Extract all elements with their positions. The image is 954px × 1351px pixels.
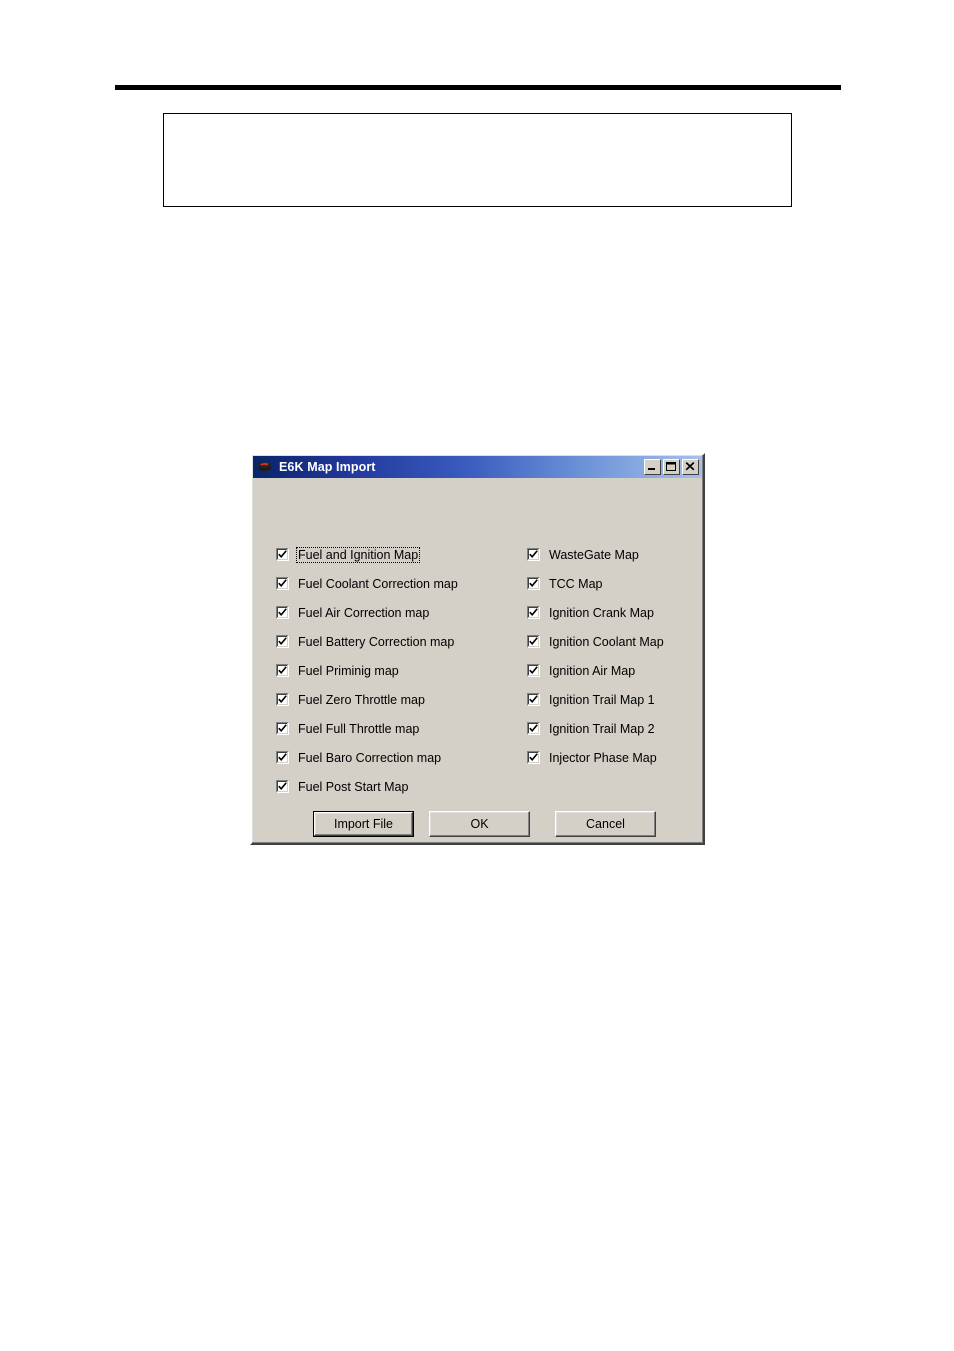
dialog-button-row: Import File OK Cancel [252, 811, 703, 837]
checkbox-label: Fuel Post Start Map [298, 779, 409, 794]
window-controls [644, 459, 700, 475]
checkbox-checked-icon[interactable] [527, 664, 540, 677]
checkbox-checked-icon[interactable] [527, 693, 540, 706]
ok-button[interactable]: OK [429, 811, 530, 837]
checkbox-row[interactable]: Ignition Trail Map 2 [527, 714, 666, 743]
checkbox-row[interactable]: Fuel Priminig map [276, 656, 460, 685]
e6k-map-import-dialog: E6K Map Import Fuel and Ignition Map Fue… [250, 453, 705, 845]
dialog-titlebar[interactable]: E6K Map Import [253, 456, 702, 478]
checkbox-row[interactable]: Fuel Zero Throttle map [276, 685, 460, 714]
checkbox-row[interactable]: Ignition Trail Map 1 [527, 685, 666, 714]
checkbox-row[interactable]: Fuel and Ignition Map [276, 540, 460, 569]
checkbox-label: Fuel Baro Correction map [298, 750, 442, 765]
ecu-module-icon [256, 459, 274, 475]
minimize-icon[interactable] [644, 459, 661, 475]
checkbox-label: Ignition Crank Map [549, 605, 654, 620]
checkbox-checked-icon[interactable] [527, 635, 540, 648]
page-empty-content-box [163, 113, 792, 207]
checkbox-row[interactable]: Ignition Crank Map [527, 598, 666, 627]
checkbox-label: Ignition Air Map [549, 663, 636, 678]
checkbox-row[interactable]: Fuel Full Throttle map [276, 714, 460, 743]
checkbox-row[interactable]: WasteGate Map [527, 540, 666, 569]
checkbox-label: Ignition Trail Map 1 [549, 692, 655, 707]
checkbox-checked-icon[interactable] [527, 606, 540, 619]
maximize-icon[interactable] [663, 459, 680, 475]
close-icon[interactable] [682, 459, 699, 475]
checkbox-checked-icon[interactable] [276, 548, 289, 561]
checkbox-label: Fuel Priminig map [298, 663, 399, 678]
checkbox-checked-icon[interactable] [276, 664, 289, 677]
checkbox-row[interactable]: Fuel Coolant Correction map [276, 569, 460, 598]
checkbox-label: Ignition Coolant Map [549, 634, 664, 649]
checkbox-checked-icon[interactable] [527, 751, 540, 764]
checkbox-label: Fuel Zero Throttle map [298, 692, 425, 707]
checkbox-row[interactable]: Fuel Post Start Map [276, 772, 460, 801]
checkbox-checked-icon[interactable] [276, 577, 289, 590]
checkbox-label: TCC Map [549, 576, 603, 591]
cancel-button[interactable]: Cancel [555, 811, 656, 837]
checkbox-checked-icon[interactable] [527, 548, 540, 561]
dialog-title: E6K Map Import [279, 460, 376, 474]
left-map-checkbox-column: Fuel and Ignition Map Fuel Coolant Corre… [276, 540, 460, 801]
checkbox-label: WasteGate Map [549, 547, 639, 562]
right-map-checkbox-column: WasteGate Map TCC Map Ignition Crank Map… [527, 540, 666, 772]
checkbox-label: Fuel Battery Correction map [298, 634, 455, 649]
checkbox-label: Injector Phase Map [549, 750, 657, 765]
checkbox-row[interactable]: Ignition Air Map [527, 656, 666, 685]
checkbox-checked-icon[interactable] [276, 751, 289, 764]
checkbox-checked-icon[interactable] [276, 693, 289, 706]
checkbox-label: Ignition Trail Map 2 [549, 721, 655, 736]
import-file-button-label: Import File [314, 812, 413, 836]
checkbox-label: Fuel and Ignition Map [296, 546, 421, 563]
checkbox-row[interactable]: Fuel Air Correction map [276, 598, 460, 627]
checkbox-checked-icon[interactable] [276, 635, 289, 648]
checkbox-checked-icon[interactable] [276, 780, 289, 793]
checkbox-label: Fuel Coolant Correction map [298, 576, 458, 591]
checkbox-row[interactable]: Fuel Baro Correction map [276, 743, 460, 772]
checkbox-row[interactable]: TCC Map [527, 569, 666, 598]
checkbox-label: Fuel Full Throttle map [298, 721, 420, 736]
checkbox-label: Fuel Air Correction map [298, 605, 430, 620]
checkbox-checked-icon[interactable] [527, 577, 540, 590]
checkbox-row[interactable]: Injector Phase Map [527, 743, 666, 772]
checkbox-checked-icon[interactable] [276, 606, 289, 619]
checkbox-row[interactable]: Ignition Coolant Map [527, 627, 666, 656]
import-file-button[interactable]: Import File [313, 811, 414, 837]
page-horizontal-rule [115, 85, 841, 90]
dialog-client-area: Fuel and Ignition Map Fuel Coolant Corre… [252, 478, 703, 846]
checkbox-checked-icon[interactable] [527, 722, 540, 735]
checkbox-checked-icon[interactable] [276, 722, 289, 735]
checkbox-row[interactable]: Fuel Battery Correction map [276, 627, 460, 656]
